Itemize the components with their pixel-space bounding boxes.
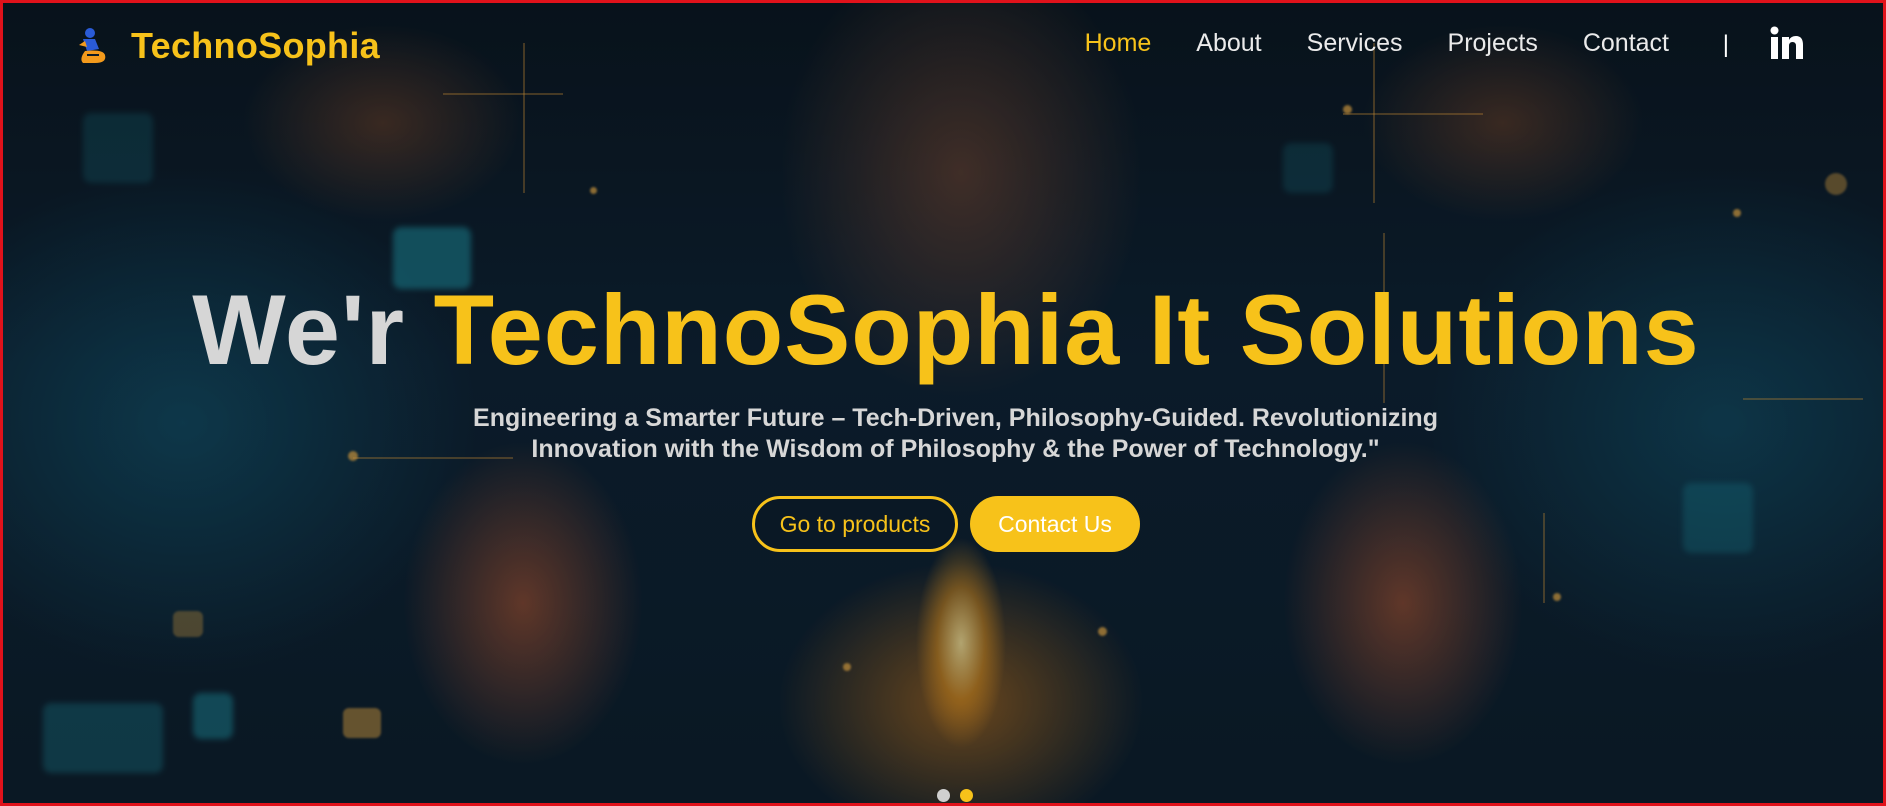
top-navbar: TechnoSophia Home About Services Project… bbox=[3, 3, 1883, 89]
carousel-dot-1[interactable] bbox=[937, 789, 950, 802]
carousel-indicators bbox=[937, 789, 983, 802]
headline-brand: TechnoSophia It Solutions bbox=[433, 274, 1700, 385]
go-to-products-button[interactable]: Go to products bbox=[752, 496, 958, 552]
hero-cta-group: Go to products Contact Us bbox=[3, 496, 1883, 552]
robot-logo-icon bbox=[79, 28, 106, 63]
tagline-line-1: Engineering a Smarter Future – Tech-Driv… bbox=[473, 404, 1438, 432]
tagline-line-2: Innovation with the Wisdom of Philosophy… bbox=[531, 435, 1380, 463]
nav-item-services[interactable]: Services bbox=[1307, 29, 1403, 58]
hero-section: TechnoSophia Home About Services Project… bbox=[0, 0, 1886, 806]
headline-prefix: We'r bbox=[192, 274, 406, 385]
contact-us-button[interactable]: Contact Us bbox=[970, 496, 1140, 552]
nav-item-projects[interactable]: Projects bbox=[1448, 29, 1538, 58]
brand[interactable]: TechnoSophia bbox=[73, 25, 380, 67]
nav-item-home[interactable]: Home bbox=[1085, 29, 1152, 58]
carousel-dot-2[interactable] bbox=[960, 789, 973, 802]
nav-item-about[interactable]: About bbox=[1196, 29, 1261, 58]
linkedin-icon[interactable] bbox=[1769, 25, 1805, 61]
brand-name: TechnoSophia bbox=[131, 25, 380, 66]
hero-tagline: Engineering a Smarter Future – Tech-Driv… bbox=[423, 403, 1488, 465]
nav-item-contact[interactable]: Contact bbox=[1583, 29, 1669, 58]
nav-separator: | bbox=[1722, 31, 1729, 58]
hero-headline: We'r TechnoSophia It Solutions bbox=[3, 273, 1883, 387]
main-nav: Home About Services Projects Contact bbox=[1040, 29, 1669, 58]
